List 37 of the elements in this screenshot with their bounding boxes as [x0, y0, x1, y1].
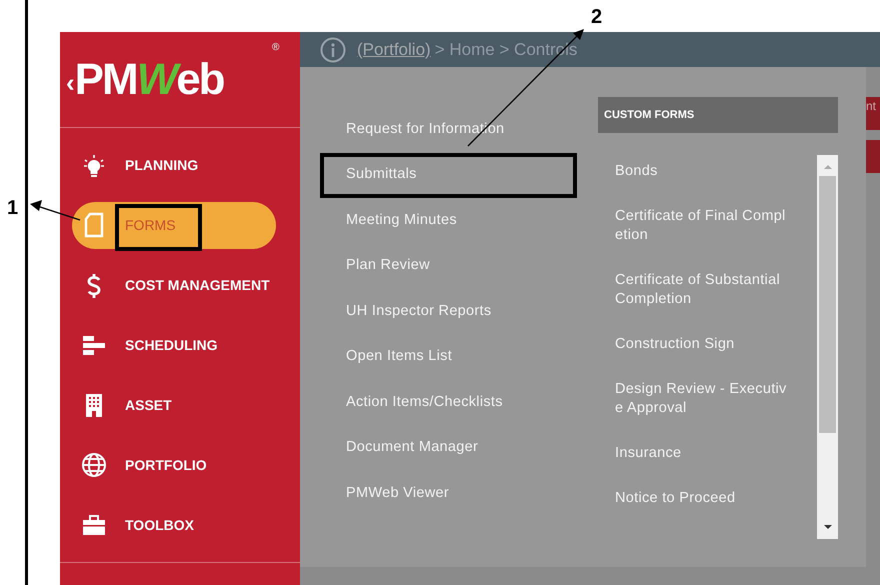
info-icon[interactable]	[320, 36, 346, 62]
menu-item[interactable]: Meeting Minutes	[346, 210, 457, 232]
sidebar-item[interactable]: ASSET	[72, 382, 276, 428]
sidebar-item[interactable]: COST MANAGEMENT	[72, 262, 276, 308]
sidebar-item[interactable]: FORMS	[72, 202, 276, 248]
sidebar-item[interactable]: PLANNING	[72, 142, 276, 188]
callout-number: 1	[7, 198, 18, 218]
sidebar-item[interactable]: PORTFOLIO	[72, 442, 276, 488]
lightbulb-icon	[81, 152, 107, 178]
sidebar-item[interactable]: SCHEDULING	[72, 322, 276, 368]
menu-item[interactable]: Open Items List	[346, 346, 452, 368]
menu-item[interactable]: PMWeb Viewer	[346, 482, 449, 505]
callout-arrow	[30, 200, 80, 221]
sidebar-item[interactable]: TOOLBOX	[72, 502, 276, 548]
custom-form-item[interactable]: Construction Sign	[615, 335, 735, 354]
callout-number: 2	[591, 7, 602, 27]
scrollbar[interactable]	[817, 155, 838, 539]
scroll-up-icon[interactable]	[822, 163, 832, 171]
custom-form-item[interactable]: Notice to Proceed	[615, 489, 736, 508]
custom-forms-header: CUSTOM FORMS	[598, 97, 838, 133]
custom-form-item[interactable]: Certificate of Substantial Completion	[615, 271, 780, 309]
custom-form-item[interactable]: Design Review - Executiv e Approval	[615, 380, 787, 418]
breadcrumb-link[interactable]: (Portfolio)	[357, 36, 431, 62]
custom-form-item[interactable]: Certificate of Final Compl etion	[615, 207, 786, 245]
registered-mark: ®	[272, 41, 280, 55]
menu-item[interactable]: Document Manager	[346, 437, 478, 460]
toolbox-icon	[81, 512, 107, 538]
scroll-down-icon[interactable]	[822, 523, 832, 531]
menu-item[interactable]: Action Items/Checklists	[346, 392, 503, 414]
menu-item[interactable]: Plan Review	[346, 255, 430, 278]
custom-form-item[interactable]: Bonds	[615, 162, 658, 181]
globe-icon	[81, 452, 107, 478]
custom-form-item[interactable]: Insurance	[615, 444, 682, 463]
pmweb-logo[interactable]: ‹PMWeb	[66, 58, 224, 102]
menu-item[interactable]: Submittals	[346, 164, 417, 186]
cut-off-button[interactable]: nt	[866, 97, 880, 130]
menu-item[interactable]: UH Inspector Reports	[346, 300, 492, 323]
